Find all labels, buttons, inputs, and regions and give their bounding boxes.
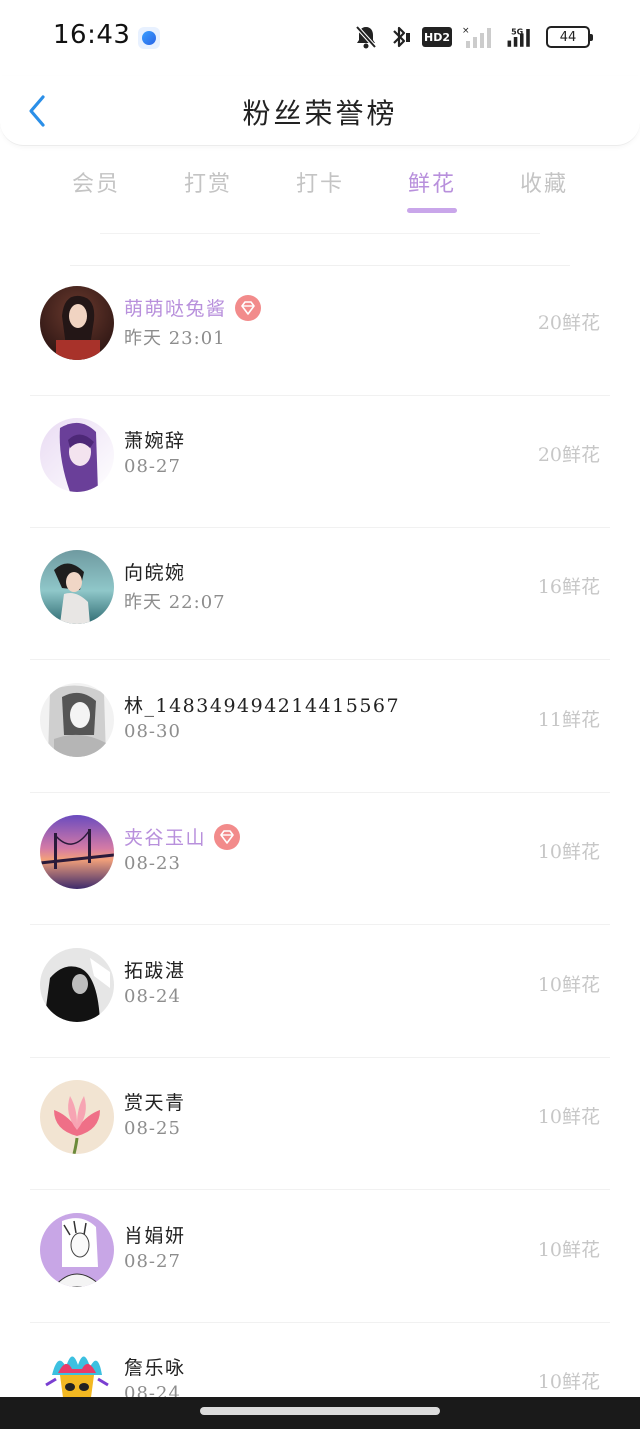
list-item[interactable]: 萧婉辞 08-27 20鲜花 bbox=[0, 396, 640, 528]
tab-bar: 会员 打赏 打卡 鲜花 收藏 bbox=[0, 160, 640, 216]
tab-member[interactable]: 会员 bbox=[56, 166, 136, 198]
divider bbox=[30, 1189, 610, 1190]
flower-count: 10鲜花 bbox=[537, 841, 600, 863]
status-bar: 16:43 HD2 × 5G 44 bbox=[0, 0, 640, 76]
tab-reward[interactable]: 打赏 bbox=[168, 166, 248, 198]
fan-date: 08-30 bbox=[124, 721, 181, 742]
flower-count: 10鲜花 bbox=[537, 1106, 600, 1128]
avatar bbox=[40, 683, 114, 757]
fan-date: 昨天 23:01 bbox=[124, 328, 226, 349]
avatar bbox=[40, 1213, 114, 1287]
gesture-bar bbox=[0, 1397, 640, 1429]
fan-name: 萧婉辞 bbox=[124, 430, 186, 452]
flower-count: 10鲜花 bbox=[537, 974, 600, 996]
tab-favorite[interactable]: 收藏 bbox=[504, 166, 584, 198]
list-item[interactable]: 向皖婉 昨天 22:07 16鲜花 bbox=[0, 528, 640, 660]
tab-active-indicator bbox=[407, 208, 457, 213]
list-item[interactable]: 拓跋湛 08-24 10鲜花 bbox=[0, 926, 640, 1058]
signal-5g-icon: 5G bbox=[504, 24, 536, 50]
bell-muted-icon bbox=[354, 24, 378, 50]
signal-weak-icon: × bbox=[462, 24, 494, 50]
app-notification-icon bbox=[138, 27, 160, 49]
flower-count: 20鲜花 bbox=[537, 312, 600, 334]
fan-name: 拓跋湛 bbox=[124, 960, 186, 982]
flower-count: 10鲜花 bbox=[537, 1239, 600, 1261]
vip-diamond-icon bbox=[234, 294, 261, 321]
flower-count: 16鲜花 bbox=[537, 576, 600, 598]
fan-name: 向皖婉 bbox=[124, 562, 186, 584]
fan-date: 08-27 bbox=[124, 1251, 181, 1272]
fan-name: 肖娟妍 bbox=[124, 1225, 186, 1247]
tab-flowers-label: 鲜花 bbox=[407, 172, 456, 197]
flower-count: 11鲜花 bbox=[537, 709, 600, 731]
battery-icon: 44 bbox=[546, 26, 593, 48]
tab-checkin[interactable]: 打卡 bbox=[280, 166, 360, 198]
list-item[interactable]: 夹谷玉山 08-23 10鲜花 bbox=[0, 793, 640, 925]
flower-count: 20鲜花 bbox=[537, 444, 600, 466]
list-item[interactable]: 萌萌哒兔酱 昨天 23:01 20鲜花 bbox=[0, 264, 640, 396]
nav-bar: 粉丝荣誉榜 bbox=[0, 76, 640, 146]
list-item[interactable]: 肖娟妍 08-27 10鲜花 bbox=[0, 1191, 640, 1323]
fan-name: 林_148349494214415567 bbox=[124, 695, 401, 717]
avatar bbox=[40, 286, 114, 360]
bluetooth-icon bbox=[388, 24, 412, 50]
fan-name: 赏天青 bbox=[124, 1092, 186, 1114]
page-title: 粉丝荣誉榜 bbox=[242, 97, 398, 130]
avatar bbox=[40, 418, 114, 492]
fan-date: 08-25 bbox=[124, 1118, 181, 1139]
divider bbox=[30, 659, 610, 660]
tab-flowers[interactable]: 鲜花 bbox=[392, 166, 472, 213]
fan-date: 08-24 bbox=[124, 986, 181, 1007]
list-item[interactable]: 林_148349494214415567 08-30 11鲜花 bbox=[0, 661, 640, 793]
vip-diamond-icon bbox=[214, 823, 241, 850]
status-time: 16:43 bbox=[53, 20, 131, 50]
avatar bbox=[40, 815, 114, 889]
fan-name: 夹谷玉山 bbox=[124, 827, 207, 849]
fan-name: 萌萌哒兔酱 bbox=[124, 298, 227, 320]
hd-network-icon: HD2 bbox=[422, 27, 452, 47]
svg-text:×: × bbox=[462, 26, 470, 36]
fan-date: 08-23 bbox=[124, 853, 181, 874]
divider bbox=[30, 924, 610, 925]
fan-name: 詹乐咏 bbox=[124, 1357, 186, 1379]
list-item[interactable]: 赏天青 08-25 10鲜花 bbox=[0, 1058, 640, 1190]
fan-date: 昨天 22:07 bbox=[124, 592, 226, 613]
divider bbox=[100, 233, 540, 234]
status-icons: HD2 × 5G 44 bbox=[354, 24, 593, 50]
avatar bbox=[40, 1080, 114, 1154]
fan-date: 08-27 bbox=[124, 456, 181, 477]
flower-count: 10鲜花 bbox=[537, 1371, 600, 1393]
home-indicator[interactable] bbox=[200, 1407, 440, 1415]
avatar bbox=[40, 550, 114, 624]
avatar bbox=[40, 948, 114, 1022]
